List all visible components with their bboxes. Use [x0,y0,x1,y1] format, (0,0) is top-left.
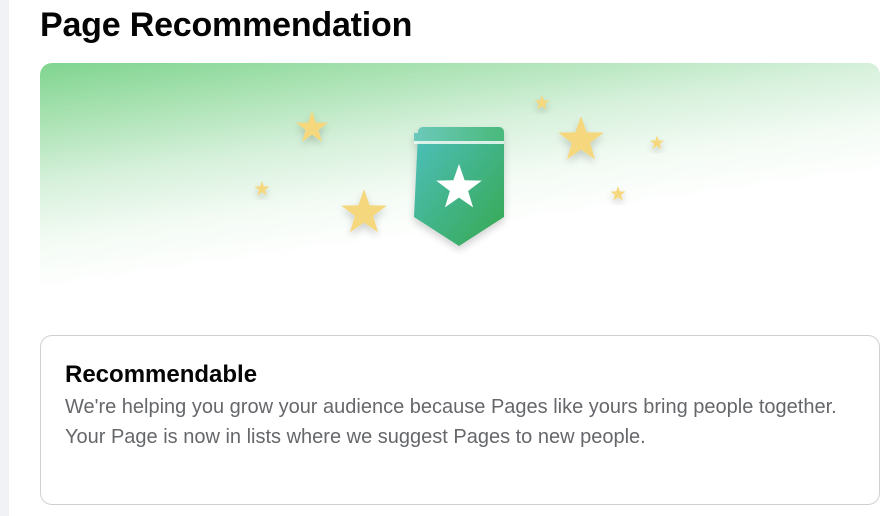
star-icon [610,186,626,201]
recommendable-status-card: Recommendable We're helping you grow you… [40,335,880,505]
star-icon [649,135,665,150]
banner-illustration [254,95,665,246]
star-icon [534,95,550,110]
recommendation-banner [40,63,880,303]
status-title: Recommendable [65,361,258,388]
star-icon [558,116,604,160]
star-icon [341,189,387,233]
left-rail [0,0,9,516]
star-icon [295,111,329,142]
star-icon [254,181,270,196]
page-title: Page Recommendation [40,6,413,44]
status-description: We're helping you grow your audience bec… [65,396,837,448]
star-badge-icon [414,127,504,246]
